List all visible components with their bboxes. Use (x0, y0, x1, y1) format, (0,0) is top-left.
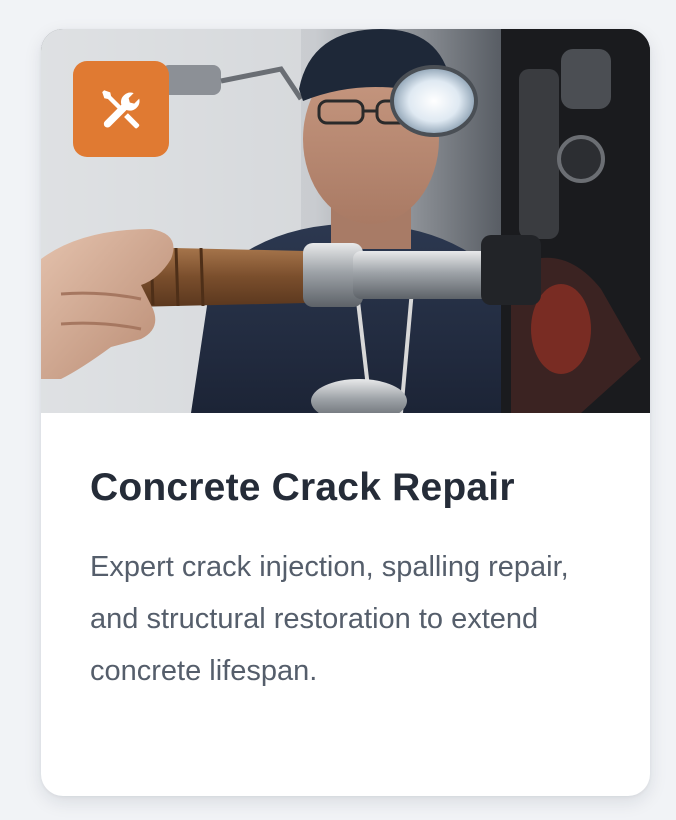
card-title: Concrete Crack Repair (90, 466, 515, 509)
card-description: Expert crack injection, spalling repair,… (90, 551, 569, 687)
tools-icon (102, 90, 140, 129)
service-badge (73, 61, 169, 157)
service-photo (41, 29, 650, 413)
service-card[interactable]: Concrete Crack Repair Expert crack injec… (41, 29, 650, 796)
card-content: Concrete Crack Repair Expert crack injec… (90, 413, 610, 697)
